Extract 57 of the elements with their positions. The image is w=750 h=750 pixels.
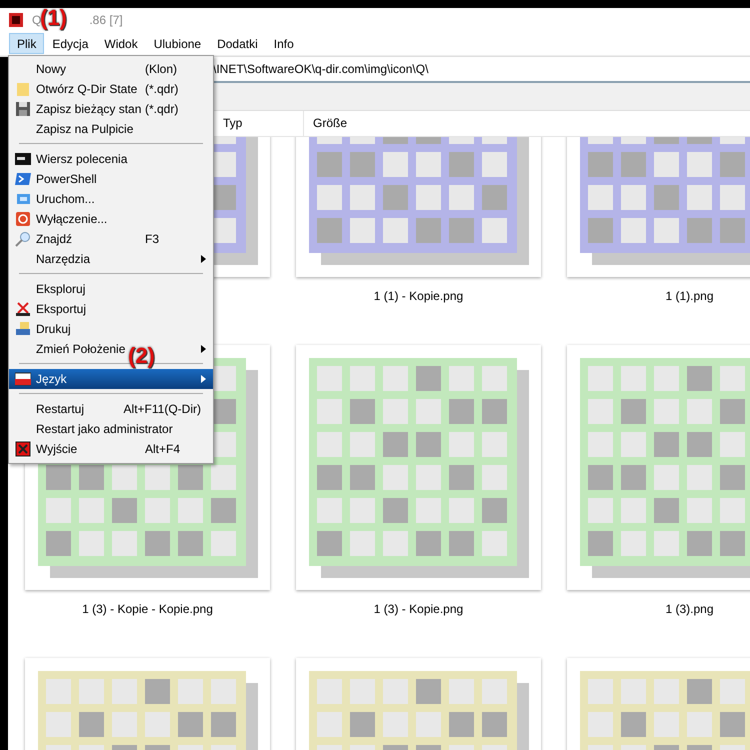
menu-item[interactable]: Drukuj xyxy=(36,322,71,336)
shortcut-label: (Klon) xyxy=(145,62,178,76)
shortcut-label: F3 xyxy=(145,232,160,246)
address-field[interactable]: \INET\SoftwareOK\q-dir.com\img\icon\Q\ xyxy=(213,62,428,76)
menu-item[interactable]: Wyjście xyxy=(36,442,78,456)
menu-item[interactable]: Zapisz na Pulpicie xyxy=(36,122,134,136)
thumbnail-card[interactable] xyxy=(567,345,750,590)
menu-bar-item[interactable]: Widok xyxy=(96,33,146,54)
shortcut-label: Alt+F4 xyxy=(145,442,180,456)
run-window-icon xyxy=(14,191,30,207)
menu-item[interactable]: Wyłączenie... xyxy=(36,212,108,226)
file-name: 1 (3) - Kopie - Kopie.png xyxy=(82,602,213,616)
file-name: 1 (1) - Kopie.png xyxy=(374,289,464,303)
flag-icon xyxy=(14,371,30,387)
shortcut-label: Alt+F11(Q-Dir) xyxy=(124,402,201,416)
command-prompt-icon xyxy=(14,151,30,167)
menu-item[interactable]: Uruchom... xyxy=(36,192,95,206)
menu-item[interactable]: Zapisz bieżący stan xyxy=(36,102,142,116)
menu-item[interactable]: Język xyxy=(9,369,213,389)
menu-bar-item[interactable]: Edycja xyxy=(44,33,96,54)
menu-item[interactable]: Eksportuj xyxy=(36,302,86,316)
annotation-label: (1) xyxy=(40,5,67,31)
file-name: 1 (3) - Kopie.png xyxy=(374,602,464,616)
menu-item[interactable]: Znajdź xyxy=(36,232,72,246)
menu-item[interactable]: Zmień Położenie xyxy=(36,342,126,356)
menu-item[interactable]: Nowy xyxy=(36,62,66,76)
menu-item[interactable]: Narzędzia xyxy=(36,252,90,266)
menu-item[interactable]: Otwórz Q-Dir State xyxy=(36,82,138,96)
submenu-arrow-icon xyxy=(201,375,206,383)
printer-icon xyxy=(14,321,30,337)
menu-item[interactable]: Restartuj xyxy=(36,402,84,416)
powershell-icon xyxy=(14,171,30,187)
cross-icon xyxy=(14,301,30,317)
close-icon xyxy=(14,441,30,457)
shortcut-label: (*.qdr) xyxy=(145,82,178,96)
file-name: 1 (1).png xyxy=(665,289,714,303)
window-title: .86 [7] xyxy=(89,13,123,27)
thumbnail-card[interactable] xyxy=(296,345,541,590)
menu-item[interactable]: Restart jako administrator xyxy=(36,422,173,436)
menu-bar-item[interactable]: Ulubione xyxy=(146,33,210,54)
power-icon xyxy=(14,211,30,227)
submenu-arrow-icon xyxy=(201,345,206,353)
submenu-arrow-icon xyxy=(201,255,206,263)
window-title: Q xyxy=(32,13,42,27)
app-icon xyxy=(8,12,24,28)
folder-icon xyxy=(14,81,30,97)
file-name: 1 (3).png xyxy=(665,602,714,616)
menu-item[interactable]: Eksploruj xyxy=(36,282,86,296)
menu-bar-item[interactable]: Info xyxy=(266,33,302,54)
column-header[interactable]: Größe xyxy=(303,111,393,136)
menu-bar-item[interactable]: Plik xyxy=(9,33,44,54)
menu-item[interactable]: Wiersz polecenia xyxy=(36,152,128,166)
shortcut-label: (*.qdr) xyxy=(145,102,178,116)
annotation-label: (2) xyxy=(128,343,155,369)
menu-bar-item[interactable]: Dodatki xyxy=(209,33,266,54)
search-icon xyxy=(14,231,30,247)
menu-item[interactable]: PowerShell xyxy=(36,172,97,186)
